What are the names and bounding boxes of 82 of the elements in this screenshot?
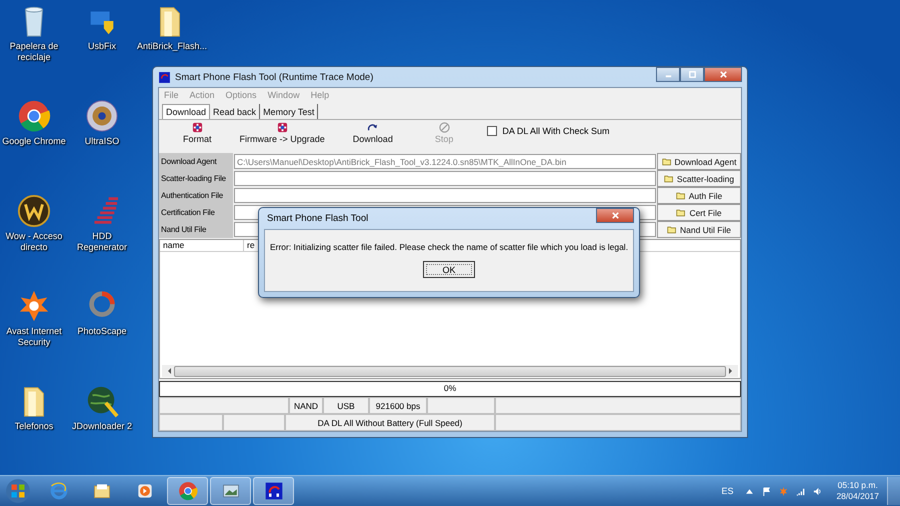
desktop-icon-label[interactable]: HDD Regenerator xyxy=(69,231,135,253)
tool-icon xyxy=(192,122,203,133)
folder-icon xyxy=(666,226,677,234)
ok-button[interactable]: OK xyxy=(423,261,475,278)
window-title: Smart Phone Flash Tool (Runtime Trace Mode) xyxy=(175,72,374,82)
dialog-title: Smart Phone Flash Tool xyxy=(266,213,370,224)
toolbar-button[interactable]: Format xyxy=(169,122,226,144)
toolbar-button[interactable]: Firmware -> Upgrade xyxy=(226,122,339,144)
desktop-icon-label[interactable]: JDownloader 2 xyxy=(69,421,135,432)
file-path-field[interactable]: C:\Users\Manuel\Desktop\AntiBrick_Flash_Tool_v3.1224.0.sn85\MTK_AllInOne_DA.bin xyxy=(234,154,656,169)
progress-text: 0% xyxy=(442,383,458,393)
browse-button[interactable]: Scatter-loading xyxy=(657,170,741,187)
desktop-icon-label[interactable]: Google Chrome xyxy=(1,136,67,147)
taskbar-button[interactable] xyxy=(210,477,251,505)
flash-tool-icon xyxy=(158,70,171,84)
field-label: Scatter-loading File xyxy=(159,170,233,187)
desktop-icon-label[interactable]: UltraISO xyxy=(69,136,135,147)
flash-tool-icon xyxy=(264,481,284,501)
taskbar-button[interactable] xyxy=(253,477,294,505)
status-cell xyxy=(427,397,495,414)
show-desktop-button[interactable] xyxy=(887,477,900,505)
folder-icon xyxy=(676,208,686,216)
folder-icon xyxy=(664,174,674,182)
column-header[interactable]: name xyxy=(160,240,244,251)
browser-e-icon xyxy=(48,481,68,501)
maximize-icon xyxy=(688,70,696,79)
file-path-field[interactable] xyxy=(234,188,656,203)
volume-icon[interactable] xyxy=(813,486,822,496)
flag-icon[interactable] xyxy=(762,486,772,496)
desktop-icon-label[interactable]: PhotoScape xyxy=(69,326,135,337)
tab[interactable]: Download xyxy=(162,104,210,119)
field-label: Authentication File xyxy=(159,187,233,204)
folder-icon xyxy=(676,192,686,200)
chrome-icon xyxy=(17,99,51,133)
stop-icon xyxy=(438,122,450,133)
browse-button[interactable]: Auth File xyxy=(657,187,741,204)
desktop-icon-label[interactable]: UsbFix xyxy=(69,41,135,52)
toolbar-button[interactable]: Download xyxy=(338,122,407,144)
browse-button[interactable]: Download Agent xyxy=(657,153,741,170)
time: 05:10 p.m. xyxy=(838,480,878,491)
status-cell: USB xyxy=(323,397,369,414)
tool-icon xyxy=(276,122,288,133)
tab[interactable]: Read back xyxy=(210,104,260,119)
field-label: Certification File xyxy=(159,204,233,221)
folder-icon xyxy=(662,158,672,166)
date: 28/04/2017 xyxy=(836,491,879,502)
redo-arrow-icon xyxy=(367,122,378,133)
close-icon xyxy=(718,70,728,79)
checkbox-label: DA DL All With Check Sum xyxy=(502,126,610,136)
status-cell: DA DL All Without Battery (Full Speed) xyxy=(285,414,495,431)
close-button[interactable] xyxy=(704,67,742,82)
windows-logo-icon xyxy=(5,478,31,504)
close-button[interactable] xyxy=(596,208,634,223)
browse-button[interactable]: Nand Util File xyxy=(657,221,741,238)
checkbox[interactable] xyxy=(487,126,498,136)
avast-icon xyxy=(17,289,51,323)
maximize-button[interactable] xyxy=(680,67,704,82)
chrome-icon xyxy=(178,481,198,501)
desktop-icon-label[interactable]: Avast Internet Security xyxy=(1,326,67,348)
desktop-icon-label[interactable]: Papelera de reciclaje xyxy=(1,41,67,63)
browse-button[interactable]: Cert File xyxy=(657,204,741,221)
error-message: Error: Initializing scatter file failed. Please check the name of scatter file which you load is legal. xyxy=(270,242,628,252)
close-icon xyxy=(610,211,620,220)
disc-icon xyxy=(85,99,119,133)
globe-icon xyxy=(85,384,119,418)
status-cell: NAND xyxy=(289,397,323,414)
field-label: Download Agent xyxy=(159,153,233,170)
show-hidden-icon[interactable] xyxy=(745,486,754,496)
status-cell xyxy=(223,414,285,431)
tab[interactable]: Memory Test xyxy=(260,104,318,119)
status-cell: 921600 bps xyxy=(369,397,427,414)
file-path-field[interactable] xyxy=(234,171,656,186)
desktop-icon-label[interactable]: Telefonos xyxy=(1,421,67,432)
minimize-button[interactable] xyxy=(656,67,680,82)
signal-icon[interactable] xyxy=(796,486,806,496)
desktop-icon-label[interactable]: Wow - Acceso directo xyxy=(1,231,67,253)
clock[interactable]: 05:10 p.m. 28/04/2017 xyxy=(836,480,879,502)
emblem-icon xyxy=(17,194,51,228)
language-indicator[interactable]: ES xyxy=(721,486,734,496)
status-cell xyxy=(159,414,223,431)
field-label: Nand Util File xyxy=(159,221,233,238)
horizontal-scrollbar[interactable] xyxy=(162,365,738,377)
